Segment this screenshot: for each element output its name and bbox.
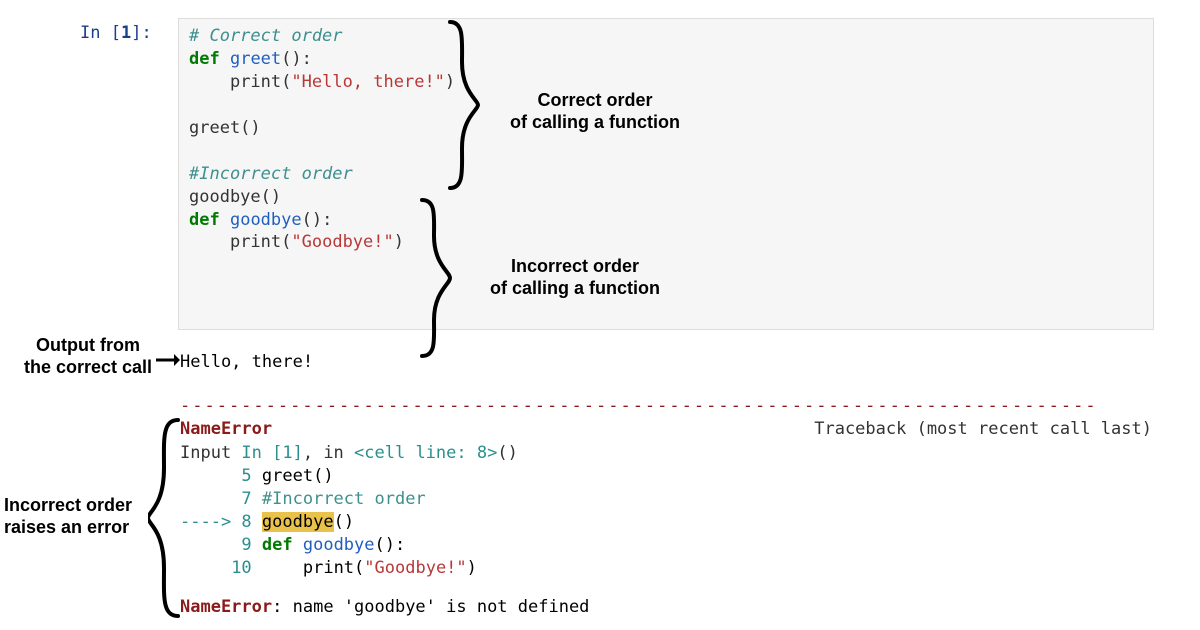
traceback-line-8: ----> 8 goodbye()	[180, 511, 518, 534]
traceback-label: Traceback (most recent call last)	[814, 418, 1152, 441]
code-line-13	[189, 300, 1143, 323]
error-type-name: NameError	[180, 418, 272, 441]
code-line-9: def goodbye():	[189, 209, 1143, 232]
error-header: NameError Traceback (most recent call la…	[180, 418, 1152, 441]
stdout-output: Hello, there!	[180, 351, 313, 374]
brace-incorrect-order	[414, 198, 454, 358]
code-line-1: # Correct order	[189, 25, 1143, 48]
traceback-line-9: 9 def goodbye():	[180, 534, 518, 557]
error-final-line: NameError: name 'goodbye' is not defined	[180, 596, 589, 619]
traceback-line-7: 7 #Incorrect order	[180, 488, 518, 511]
brace-correct-order	[442, 20, 482, 190]
code-line-10: print("Goodbye!")	[189, 231, 1143, 254]
in-close: ]:	[131, 23, 151, 43]
in-number: 1	[121, 23, 131, 43]
in-label: In [	[80, 23, 121, 43]
arrow-output-icon	[156, 352, 180, 368]
annotation-incorrect-order: Incorrect order of calling a function	[460, 256, 690, 299]
error-divider: ----------------------------------------…	[180, 395, 1152, 418]
code-line-6	[189, 140, 1143, 163]
code-line-2: def greet():	[189, 48, 1143, 71]
traceback-line-5: 5 greet()	[180, 465, 518, 488]
code-line-8: goodbye()	[189, 186, 1143, 209]
traceback-block: Input In [1], in <cell line: 8>() 5 gree…	[180, 442, 518, 580]
traceback-line-10: 10 print("Goodbye!")	[180, 557, 518, 580]
annotation-error-label: Incorrect order raises an error	[0, 495, 164, 538]
input-prompt: In [1]:	[80, 22, 152, 45]
code-line-7: #Incorrect order	[189, 163, 1143, 186]
annotation-output-label: Output from the correct call	[18, 335, 158, 378]
annotation-correct-order: Correct order of calling a function	[485, 90, 705, 133]
traceback-file-line: Input In [1], in <cell line: 8>()	[180, 442, 518, 465]
